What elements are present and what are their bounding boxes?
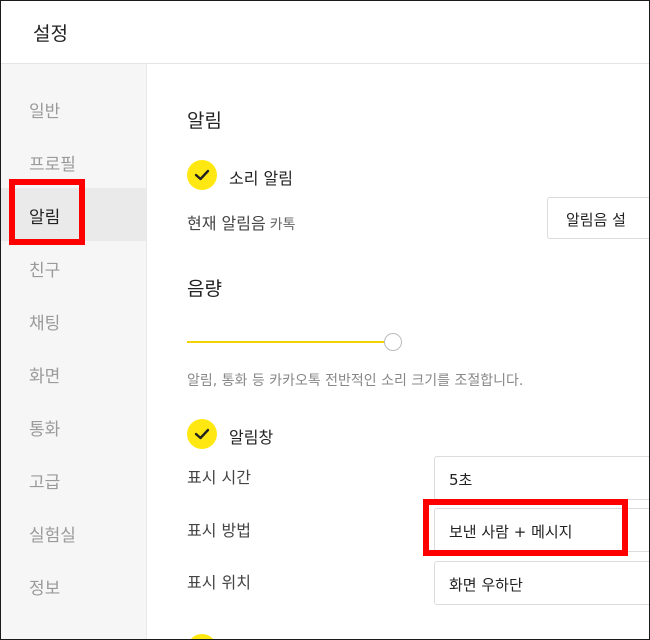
sidebar-item-call[interactable]: 통화 bbox=[1, 400, 146, 453]
volume-slider-track[interactable] bbox=[187, 341, 386, 343]
checkbox-checked-icon[interactable] bbox=[187, 634, 217, 639]
sidebar-item-info[interactable]: 정보 bbox=[1, 559, 146, 612]
checkbox-checked-icon bbox=[187, 419, 217, 449]
display-time-select[interactable]: 5초 bbox=[434, 456, 649, 500]
section-title-volume: 음량 bbox=[187, 278, 222, 300]
display-time-value: 5초 bbox=[449, 471, 473, 489]
checkbox-label: 알림창 bbox=[229, 428, 274, 447]
checkbox-label: 소리 알림 bbox=[229, 169, 293, 188]
title-bar: 설정 bbox=[1, 1, 649, 64]
sidebar-item-label: 친구 bbox=[29, 261, 61, 281]
sidebar-item-chat[interactable]: 채팅 bbox=[1, 294, 146, 347]
sidebar-item-label: 고급 bbox=[29, 473, 61, 493]
checkbox-checked-icon bbox=[187, 160, 217, 190]
sidebar-item-label: 프로필 bbox=[29, 155, 76, 175]
display-position-label: 표시 위치 bbox=[187, 573, 251, 592]
sound-select-button-label: 알림음 설 bbox=[566, 211, 626, 229]
volume-slider-thumb[interactable] bbox=[383, 333, 402, 351]
sidebar-item-label: 채팅 bbox=[29, 314, 61, 334]
sidebar-item-display[interactable]: 화면 bbox=[1, 347, 146, 400]
sidebar-item-friends[interactable]: 친구 bbox=[1, 241, 146, 294]
highlight-box-notifications bbox=[9, 179, 85, 245]
settings-sidebar: 일반 프로필 알림 친구 채팅 화면 통화 고급 실험실 정보 bbox=[1, 64, 147, 639]
sidebar-item-lab[interactable]: 실험실 bbox=[1, 506, 146, 559]
current-sound-row: 현재 알림음 카톡 bbox=[187, 210, 295, 234]
display-position-select[interactable]: 화면 우하단 bbox=[434, 561, 649, 605]
sidebar-item-label: 일반 bbox=[29, 102, 61, 122]
window-title: 설정 bbox=[33, 23, 68, 45]
volume-description: 알림, 통화 등 카카오톡 전반적인 소리 크기를 조절합니다. bbox=[187, 373, 524, 389]
sidebar-item-label: 실험실 bbox=[29, 526, 76, 546]
sidebar-item-general[interactable]: 일반 bbox=[1, 82, 146, 135]
display-time-label: 표시 시간 bbox=[187, 468, 251, 487]
settings-window: 설정 일반 프로필 알림 친구 채팅 화면 통화 고급 실험실 정보 알림 소리… bbox=[0, 0, 650, 640]
highlight-box-display-method bbox=[423, 499, 628, 556]
display-position-value: 화면 우하단 bbox=[449, 576, 523, 594]
section-title-notifications: 알림 bbox=[187, 110, 222, 132]
current-sound-value: 카톡 bbox=[269, 217, 296, 233]
sidebar-item-advanced[interactable]: 고급 bbox=[1, 453, 146, 506]
sidebar-item-label: 통화 bbox=[29, 420, 61, 440]
current-sound-label: 현재 알림음 bbox=[187, 214, 266, 233]
sidebar-item-label: 정보 bbox=[29, 579, 61, 599]
display-method-label: 표시 방법 bbox=[187, 521, 251, 540]
sound-select-button[interactable]: 알림음 설 bbox=[547, 197, 649, 239]
sidebar-item-label: 화면 bbox=[29, 367, 61, 387]
